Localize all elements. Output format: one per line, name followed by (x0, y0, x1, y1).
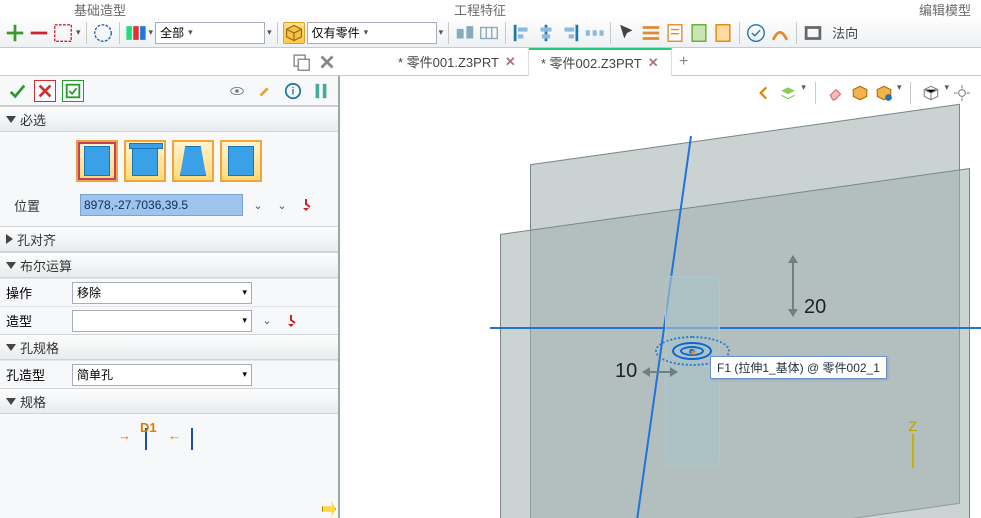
dist-icon[interactable] (583, 22, 605, 44)
eye-icon[interactable] (226, 80, 248, 102)
add-icon[interactable] (4, 22, 26, 44)
normal-label[interactable]: 法向 (832, 23, 858, 42)
panel-hole-spec[interactable]: 孔规格 (0, 334, 338, 360)
panel-title: 孔对齐 (17, 230, 56, 249)
cancel-button[interactable] (34, 80, 56, 102)
shape-dropdown[interactable]: ▾ (72, 310, 252, 332)
holetype-label: 孔造型 (6, 365, 66, 384)
holetype-edit-button[interactable] (220, 140, 262, 182)
panel-title: 必选 (20, 110, 46, 129)
doc1-icon[interactable] (664, 22, 686, 44)
side-top-bar: i (0, 76, 338, 106)
panel-spec2[interactable]: 规格 (0, 388, 338, 414)
axis-z-indicator: Z (908, 418, 917, 468)
doc2-icon[interactable] (688, 22, 710, 44)
close-icon[interactable]: ✕ (505, 54, 516, 70)
ok-button[interactable] (6, 80, 28, 102)
cursor-icon[interactable] (616, 22, 638, 44)
brush-icon[interactable] (254, 80, 276, 102)
holetype-t-button[interactable] (124, 140, 166, 182)
panel-title: 规格 (20, 392, 46, 411)
operation-label: 操作 (6, 283, 66, 302)
apply-button[interactable] (62, 80, 84, 102)
panel-title: 孔规格 (20, 338, 59, 357)
dimension-20[interactable]: 20 (792, 256, 794, 316)
box-icon[interactable] (283, 22, 305, 44)
align-l-icon[interactable] (511, 22, 533, 44)
position-input[interactable] (80, 194, 243, 216)
panel-boolean[interactable]: 布尔运算 (0, 252, 338, 278)
dropdown-icon[interactable]: ⌄ (258, 312, 276, 330)
pick-icon[interactable] (297, 196, 315, 214)
cat-basic[interactable]: 基础造型 (0, 0, 200, 18)
holetype-dropdown[interactable]: 简单孔▾ (72, 364, 252, 386)
tab-label: * 零件001.Z3PRT (398, 52, 499, 71)
main-toolbar: ▾ ▾ 全部▾ ▾ 仅有零件▾ ▾ 法向 (0, 18, 981, 48)
d1-diagram: D1 → ← (0, 414, 338, 464)
operation-dropdown[interactable]: 移除▾ (72, 282, 252, 304)
svg-text:i: i (292, 86, 295, 97)
filter-combo[interactable]: 仅有零件▾ (307, 22, 437, 44)
group2-icon[interactable] (478, 22, 500, 44)
align-c-icon[interactable] (535, 22, 557, 44)
tab-part002[interactable]: * 零件002.Z3PRT ✕ (529, 48, 672, 76)
position-label: 位置 (14, 196, 74, 215)
shape-label: 造型 (6, 311, 66, 330)
dimension-value: 10 (615, 360, 637, 383)
rect-icon[interactable] (802, 22, 824, 44)
circle-check-icon[interactable] (745, 22, 767, 44)
holetype-taper-button[interactable] (172, 140, 214, 182)
remove-icon[interactable] (28, 22, 50, 44)
operation-value: 移除 (77, 284, 101, 301)
doc3-icon[interactable] (712, 22, 734, 44)
close-icon[interactable]: ✕ (648, 55, 659, 71)
dimension-value: 20 (804, 296, 826, 319)
panel-close-icon[interactable] (316, 51, 338, 73)
holetype-simple-button[interactable] (76, 140, 118, 182)
expand-icon[interactable] (310, 80, 332, 102)
select-box-icon[interactable] (52, 22, 74, 44)
scope-combo[interactable]: 全部▾ (155, 22, 265, 44)
palette-icon[interactable] (125, 22, 147, 44)
group1-icon[interactable] (454, 22, 476, 44)
info-icon[interactable]: i (282, 80, 304, 102)
scene-3d: ✶ 20 10 F1 (拉伸1_基体) @ 零件002_1 Z (340, 76, 981, 518)
list-icon[interactable] (640, 22, 662, 44)
scope-value: 全部 (160, 24, 184, 41)
tabs-row: * 零件001.Z3PRT ✕ * 零件002.Z3PRT ✕ + (0, 48, 981, 76)
cat-edit[interactable]: 编辑模型 (760, 0, 981, 18)
panel-required[interactable]: 必选 (0, 106, 338, 132)
add-tab-button[interactable]: + (672, 53, 696, 71)
panel-title: 布尔运算 (20, 256, 72, 275)
dropdown2-icon[interactable]: ⌄ (273, 196, 291, 214)
dimension-10[interactable]: 10 (615, 360, 677, 383)
hover-tooltip: F1 (拉伸1_基体) @ 零件002_1 (710, 356, 887, 379)
center-marker-icon: ✶ (688, 346, 698, 360)
d1-label: D1 (140, 420, 157, 435)
dropdown-icon[interactable]: ⌄ (249, 196, 267, 214)
align-r-icon[interactable] (559, 22, 581, 44)
cat-feature[interactable]: 工程特征 (200, 0, 760, 18)
top-categories: 基础造型 工程特征 编辑模型 (0, 0, 981, 18)
tab-part001[interactable]: * 零件001.Z3PRT ✕ (386, 48, 529, 76)
pick-icon[interactable] (282, 312, 300, 330)
holetype-value: 简单孔 (77, 366, 113, 383)
tab-label: * 零件002.Z3PRT (541, 53, 642, 72)
z-label: Z (908, 418, 917, 434)
panel-hole-align[interactable]: 孔对齐 (0, 226, 338, 252)
panel-restore-icon[interactable] (290, 51, 312, 73)
circle-select-icon[interactable] (92, 22, 114, 44)
side-panel: i 必选 位置 ⌄ ⌄ 孔对齐 布尔运算 操作 移除▾ (0, 76, 340, 518)
viewport-3d[interactable]: ▾ ▾ ▾ ✶ (340, 76, 981, 518)
axis-horizontal (490, 327, 981, 329)
filter-value: 仅有零件 (312, 24, 360, 41)
arc-icon[interactable] (769, 22, 791, 44)
